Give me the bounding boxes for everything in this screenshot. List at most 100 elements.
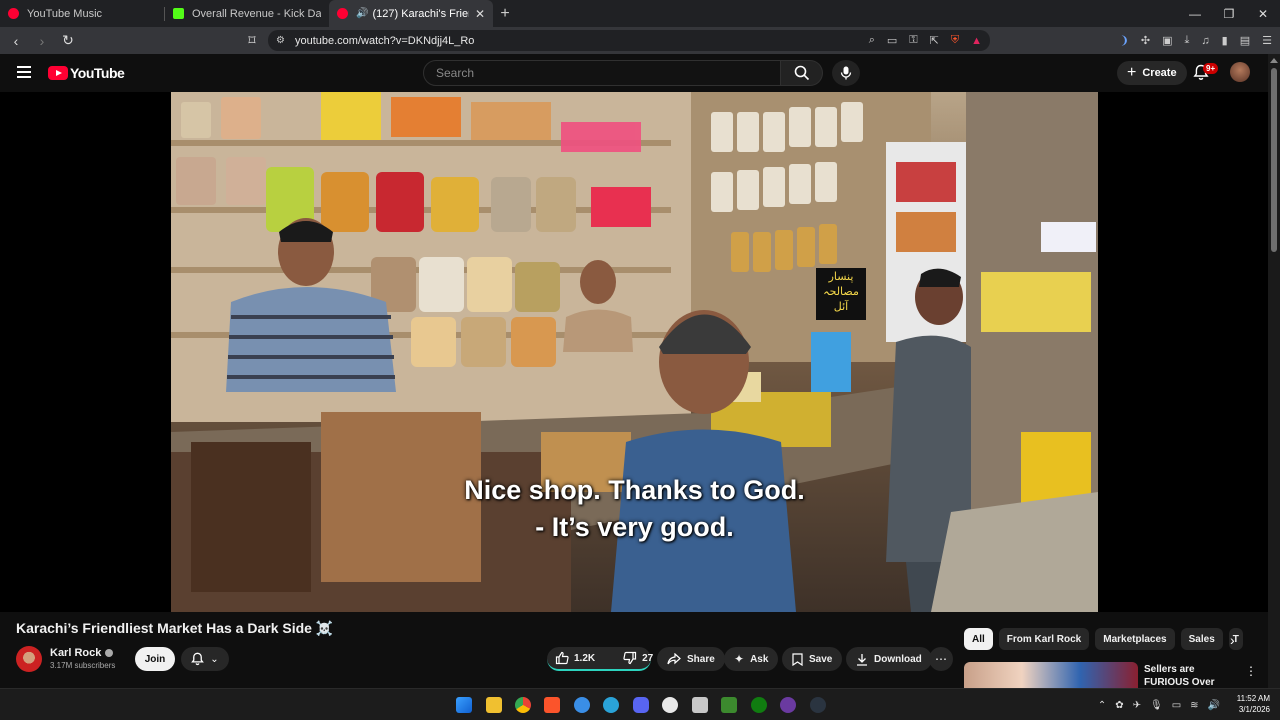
address-bar[interactable]: ⚙ youtube.com/watch?v=DKNdjj4L_Ro ⌕ ▭ ⚿ …	[268, 30, 990, 51]
downloads-icon[interactable]: ⤓	[1185, 34, 1190, 47]
youtube-logo[interactable]: YouTube	[48, 65, 125, 81]
search-input[interactable]	[423, 60, 781, 86]
close-window-icon[interactable]: ✕	[1246, 0, 1280, 27]
chip-marketplaces[interactable]: Marketplaces	[1095, 628, 1175, 650]
tray-overflow-icon[interactable]: ⌃	[1098, 700, 1106, 711]
filter-chips: All From Karl Rock Marketplaces Sales T	[964, 628, 1243, 650]
create-button[interactable]: + Create	[1117, 61, 1187, 85]
brave-browser-icon[interactable]	[544, 697, 560, 713]
sidebar-toggle-icon[interactable]: ▮	[1222, 34, 1228, 47]
save-button[interactable]: Save	[782, 647, 843, 671]
search-button[interactable]	[781, 60, 823, 86]
video-player[interactable]: Nice shop. Thanks to God. - It’s very go…	[0, 92, 1268, 612]
more-actions-icon[interactable]: ⋯	[929, 647, 953, 671]
plus-icon: +	[1127, 64, 1137, 81]
sparkle-icon: ✦	[734, 652, 745, 666]
discord-icon[interactable]	[633, 697, 649, 713]
tray-display-icon[interactable]: ▭	[1172, 700, 1181, 711]
site-info-icon[interactable]: ⚙	[276, 35, 285, 46]
download-label: Download	[874, 653, 922, 665]
reload-icon[interactable]: ↻	[58, 32, 78, 49]
scroll-up-icon[interactable]	[1270, 58, 1278, 63]
tab-label: (127) Karachi's Friendliest Ma	[372, 7, 469, 20]
page-scrollbar[interactable]	[1268, 54, 1280, 688]
voice-search-button[interactable]	[832, 60, 860, 86]
thumbs-down-icon	[623, 651, 637, 665]
chrome-icon[interactable]	[515, 697, 531, 713]
video-title: Karachi’s Friendliest Market Has a Dark …	[16, 620, 334, 636]
like-dislike-group: 1.2K 27	[547, 646, 653, 671]
tray-app-icon[interactable]: ✿	[1115, 700, 1123, 711]
tab-kick-dashboard[interactable]: Overall Revenue - Kick Dashboard	[165, 0, 329, 27]
app-icon[interactable]	[574, 697, 590, 713]
recommended-more-icon[interactable]: ⋮	[1245, 664, 1257, 678]
steam-icon[interactable]	[810, 697, 826, 713]
minecraft-icon[interactable]	[721, 697, 737, 713]
youtube-header: YouTube + Create	[0, 54, 1268, 92]
zoom-icon[interactable]: ⌕	[869, 34, 875, 47]
caption-line-1: Nice shop. Thanks to God.	[464, 475, 805, 505]
chip-from-karl-rock[interactable]: From Karl Rock	[998, 628, 1090, 650]
chip-all[interactable]: All	[964, 628, 993, 650]
channel-name[interactable]: Karl Rock	[50, 647, 114, 659]
recommended-video-thumbnail[interactable]	[964, 662, 1138, 688]
brave-rewards-icon[interactable]: ▲	[971, 35, 982, 47]
youtube-logo-text: YouTube	[70, 65, 125, 81]
new-tab-button[interactable]: +	[493, 5, 517, 23]
window-controls: — ❐ ✕	[1178, 0, 1280, 27]
microsoft-store-icon[interactable]	[692, 697, 708, 713]
subscription-notifications-button[interactable]: ⌄	[181, 647, 229, 671]
browser-tab-bar: YouTube Music Overall Revenue - Kick Das…	[0, 0, 1280, 27]
file-explorer-icon[interactable]	[486, 697, 502, 713]
extension-icons: ❩ ✣ ▣ ⤓ ♫ ▮ ▤ ☰	[1120, 27, 1272, 54]
caption-line-2: - It’s very good.	[535, 512, 734, 542]
chevron-right-icon[interactable]: ›	[1230, 632, 1235, 648]
system-tray: ⌃ ✿ ✈ 🎙 ▭ ≋ 🔊	[1098, 689, 1220, 720]
ask-button[interactable]: ✦ Ask	[724, 647, 779, 671]
tab-close-icon[interactable]: ✕	[475, 7, 485, 21]
account-avatar[interactable]	[1230, 62, 1250, 82]
password-key-icon[interactable]: ⚿	[909, 34, 917, 47]
bookmark-icon[interactable]: ⌑	[242, 32, 262, 49]
taskbar-clock[interactable]: 11:52 AM 3/1/2026	[1237, 693, 1270, 715]
extensions-icon[interactable]: ✣	[1141, 34, 1150, 47]
guide-menu-icon[interactable]	[17, 66, 31, 78]
video-frame[interactable]: Nice shop. Thanks to God. - It’s very go…	[171, 92, 1098, 612]
tab-search-icon[interactable]: ▣	[1162, 34, 1172, 47]
share-arrow-icon	[667, 653, 681, 665]
tray-volume-icon[interactable]: 🔊	[1208, 700, 1220, 711]
xbox-app-icon[interactable]	[751, 697, 767, 713]
tab-youtube-video[interactable]: 🔊 (127) Karachi's Friendliest Ma ✕	[329, 0, 493, 27]
windows-start-icon[interactable]	[456, 697, 472, 713]
chip-sales[interactable]: Sales	[1180, 628, 1223, 650]
tray-mic-icon[interactable]: 🎙	[1150, 700, 1163, 711]
cast-icon[interactable]: ▭	[887, 34, 897, 47]
forward-icon[interactable]: ›	[32, 33, 52, 49]
wallet-icon[interactable]: ▤	[1240, 34, 1250, 47]
youtube-music-favicon-icon	[8, 8, 19, 19]
audio-playing-icon[interactable]: 🔊	[356, 8, 368, 19]
media-control-icon[interactable]: ♫	[1201, 35, 1209, 47]
tab-youtube-music[interactable]: YouTube Music	[0, 0, 164, 27]
restore-icon[interactable]: ❐	[1212, 0, 1246, 27]
tray-network-icon[interactable]: ✈	[1133, 700, 1141, 711]
like-button[interactable]: 1.2K	[547, 646, 603, 670]
menu-icon[interactable]: ☰	[1262, 34, 1272, 47]
share-icon[interactable]: ⇱	[930, 34, 939, 47]
channel-avatar[interactable]	[16, 646, 42, 672]
ask-label: Ask	[750, 653, 769, 665]
scrollbar-thumb[interactable]	[1271, 68, 1277, 252]
back-icon[interactable]: ‹	[6, 33, 26, 49]
join-button[interactable]: Join	[135, 647, 175, 671]
share-button[interactable]: Share	[657, 647, 725, 671]
tray-wifi-icon[interactable]: ≋	[1190, 700, 1198, 711]
dislike-button[interactable]: 27	[615, 646, 661, 670]
game-app-icon[interactable]	[780, 697, 796, 713]
telegram-icon[interactable]	[603, 697, 619, 713]
minimize-icon[interactable]: —	[1178, 0, 1212, 27]
xbox-icon[interactable]	[662, 697, 678, 713]
download-icon	[857, 653, 867, 666]
download-button[interactable]: Download	[846, 647, 932, 671]
brave-shield-icon[interactable]: ⛨	[951, 34, 959, 47]
leo-ai-icon[interactable]: ❩	[1120, 34, 1129, 47]
